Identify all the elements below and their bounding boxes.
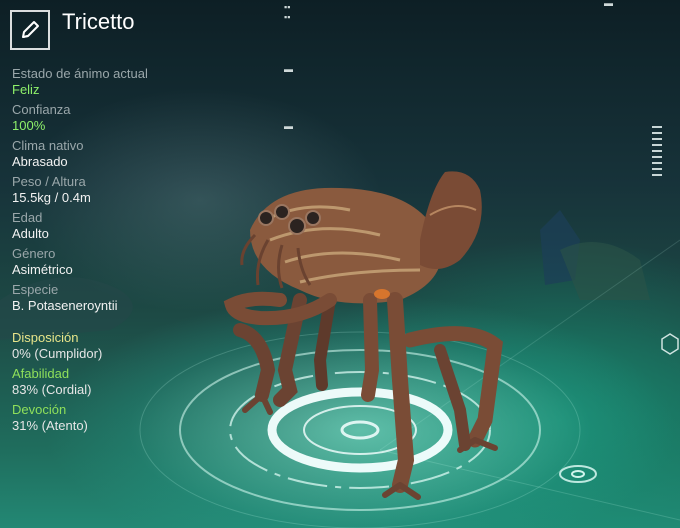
stat-age: Edad Adulto — [12, 210, 232, 242]
stat-gender: Género Asimétrico — [12, 246, 232, 278]
stat-trust: Confianza 100% — [12, 102, 232, 134]
creature-stats: Estado de ánimo actual Feliz Confianza 1… — [12, 66, 232, 318]
stat-label: Edad — [12, 210, 43, 225]
creature-traits: Disposición 0% (Cumplidor) Afabilidad 83… — [12, 330, 232, 438]
stat-label: Peso / Altura — [12, 174, 86, 189]
trait-disposition: Disposición 0% (Cumplidor) — [12, 330, 232, 362]
stat-value: B. Potaseneroyntii — [12, 298, 118, 313]
hud-mark: ▬ — [284, 121, 293, 131]
hud-mark: ▬ — [284, 64, 293, 74]
stat-value: Asimétrico — [12, 262, 73, 277]
stat-value: Abrasado — [12, 154, 68, 169]
trait-label: Afabilidad — [12, 366, 70, 381]
stat-label: Confianza — [12, 102, 71, 117]
trait-value: 31% (Atento) — [12, 418, 88, 433]
stat-mood: Estado de ánimo actual Feliz — [12, 66, 232, 98]
pencil-icon — [22, 21, 39, 38]
stat-label: Género — [12, 246, 56, 261]
stat-value: 100% — [12, 118, 46, 133]
stat-climate: Clima nativo Abrasado — [12, 138, 232, 170]
stat-value: 15.5kg / 0.4m — [12, 190, 91, 205]
edit-name-button[interactable] — [10, 10, 50, 50]
stat-label: Clima nativo — [12, 138, 84, 153]
trait-affability: Afabilidad 83% (Cordial) — [12, 366, 232, 398]
creature-name: Tricetto — [62, 9, 135, 34]
stat-weight-height: Peso / Altura 15.5kg / 0.4m — [12, 174, 232, 206]
hud-mark: ▬ — [604, 0, 613, 8]
hud-mark: ▪▪ ▪▪ — [284, 2, 291, 22]
stat-label: Especie — [12, 282, 59, 297]
scroll-indicator[interactable] — [652, 126, 662, 182]
trait-label: Devoción — [12, 402, 67, 417]
stat-label: Estado de ánimo actual — [12, 66, 148, 81]
trait-devotion: Devoción 31% (Atento) — [12, 402, 232, 434]
trait-value: 0% (Cumplidor) — [12, 346, 103, 361]
stat-species: Especie B. Potaseneroyntii — [12, 282, 232, 314]
trait-value: 83% (Cordial) — [12, 382, 92, 397]
creature-model — [223, 171, 503, 500]
trait-label: Disposición — [12, 330, 79, 345]
stat-value: Adulto — [12, 226, 49, 241]
hexagon-icon[interactable] — [660, 332, 680, 356]
stat-value: Feliz — [12, 82, 40, 97]
